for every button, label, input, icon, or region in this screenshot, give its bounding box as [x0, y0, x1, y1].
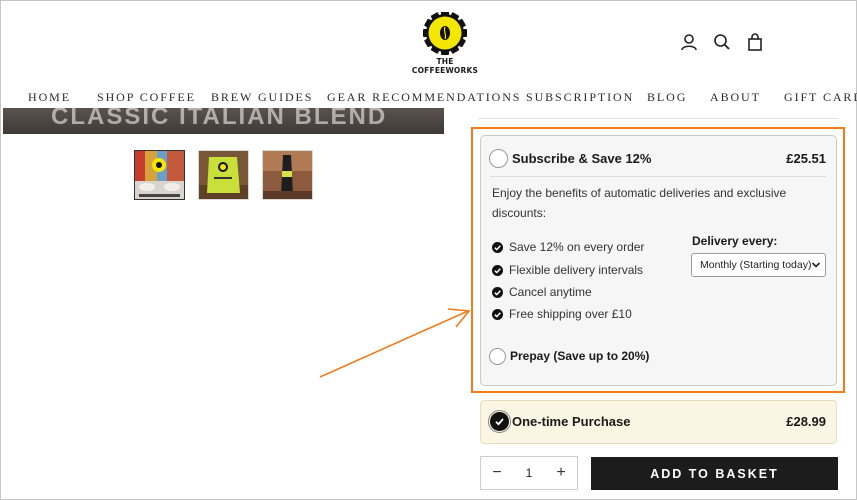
benefit-item: Flexible delivery intervals — [492, 263, 643, 277]
nav-item-shop-coffee[interactable]: SHOP COFFEE — [97, 90, 196, 105]
prepay-label[interactable]: Prepay (Save up to 20%) — [510, 349, 649, 363]
logo-text: THE COFFEEWORKS — [411, 57, 479, 75]
main-nav: HOME SHOP COFFEE BREW GUIDES GEAR RECOMM… — [0, 90, 857, 106]
delivery-frequency-value: Monthly (Starting today) — [700, 259, 812, 271]
benefit-label: Flexible delivery intervals — [509, 263, 644, 277]
product-thumbnail-2[interactable] — [198, 150, 249, 200]
nav-item-about[interactable]: ABOUT — [710, 90, 761, 105]
site-logo[interactable]: THE COFFEEWORKS — [403, 12, 487, 75]
one-time-title: One-time Purchase — [512, 414, 631, 429]
quantity-stepper: − 1 + — [480, 456, 578, 490]
add-to-basket-button[interactable]: ADD TO BASKET — [591, 457, 838, 490]
selected-check-icon — [490, 412, 509, 431]
section-divider — [478, 118, 838, 119]
nav-item-home[interactable]: HOME — [28, 90, 71, 105]
subscribe-divider — [490, 176, 826, 177]
check-circle-icon — [492, 241, 503, 253]
product-thumbnail-1[interactable] — [134, 150, 185, 200]
hero-image-text: CLASSIC ITALIAN BLEND — [51, 108, 388, 130]
check-circle-icon — [492, 286, 503, 298]
basket-icon[interactable] — [745, 32, 765, 52]
chevron-down-icon — [811, 262, 821, 268]
product-thumbnail-3[interactable] — [262, 150, 313, 200]
quantity-increase-button[interactable]: + — [545, 457, 577, 489]
benefit-item: Cancel anytime — [492, 285, 592, 299]
nav-item-gift-cards[interactable]: GIFT CARDS — [784, 90, 857, 105]
delivery-frequency-label: Delivery every: — [692, 234, 778, 248]
subscribe-price: £25.51 — [786, 151, 826, 166]
benefit-label: Save 12% on every order — [509, 240, 645, 254]
product-hero-image: CLASSIC ITALIAN BLEND — [3, 108, 444, 134]
one-time-price: £28.99 — [786, 414, 826, 429]
benefit-label: Free shipping over £10 — [509, 307, 632, 321]
quantity-decrease-button[interactable]: − — [481, 457, 513, 489]
prepay-radio[interactable] — [489, 348, 506, 365]
nav-item-blog[interactable]: BLOG — [647, 90, 687, 105]
nav-item-gear-recommendations[interactable]: GEAR RECOMMENDATIONS — [327, 90, 521, 105]
benefit-item: Save 12% on every order — [492, 240, 644, 254]
nav-item-brew-guides[interactable]: BREW GUIDES — [211, 90, 313, 105]
benefit-item: Free shipping over £10 — [492, 307, 632, 321]
check-circle-icon — [492, 308, 503, 320]
subscribe-description: Enjoy the benefits of automatic deliveri… — [492, 186, 787, 220]
subscribe-radio[interactable] — [489, 149, 508, 168]
nav-item-subscription[interactable]: SUBSCRIPTION — [526, 90, 634, 105]
check-circle-icon — [492, 264, 503, 276]
delivery-frequency-select[interactable]: Monthly (Starting today) — [691, 253, 826, 277]
quantity-value[interactable]: 1 — [513, 457, 545, 489]
search-icon[interactable] — [712, 32, 732, 52]
benefit-label: Cancel anytime — [509, 285, 592, 299]
annotation-arrow-icon — [319, 308, 471, 378]
subscribe-title: Subscribe & Save 12% — [512, 151, 652, 166]
logo-gear-icon — [423, 12, 467, 55]
account-icon[interactable] — [679, 32, 699, 52]
